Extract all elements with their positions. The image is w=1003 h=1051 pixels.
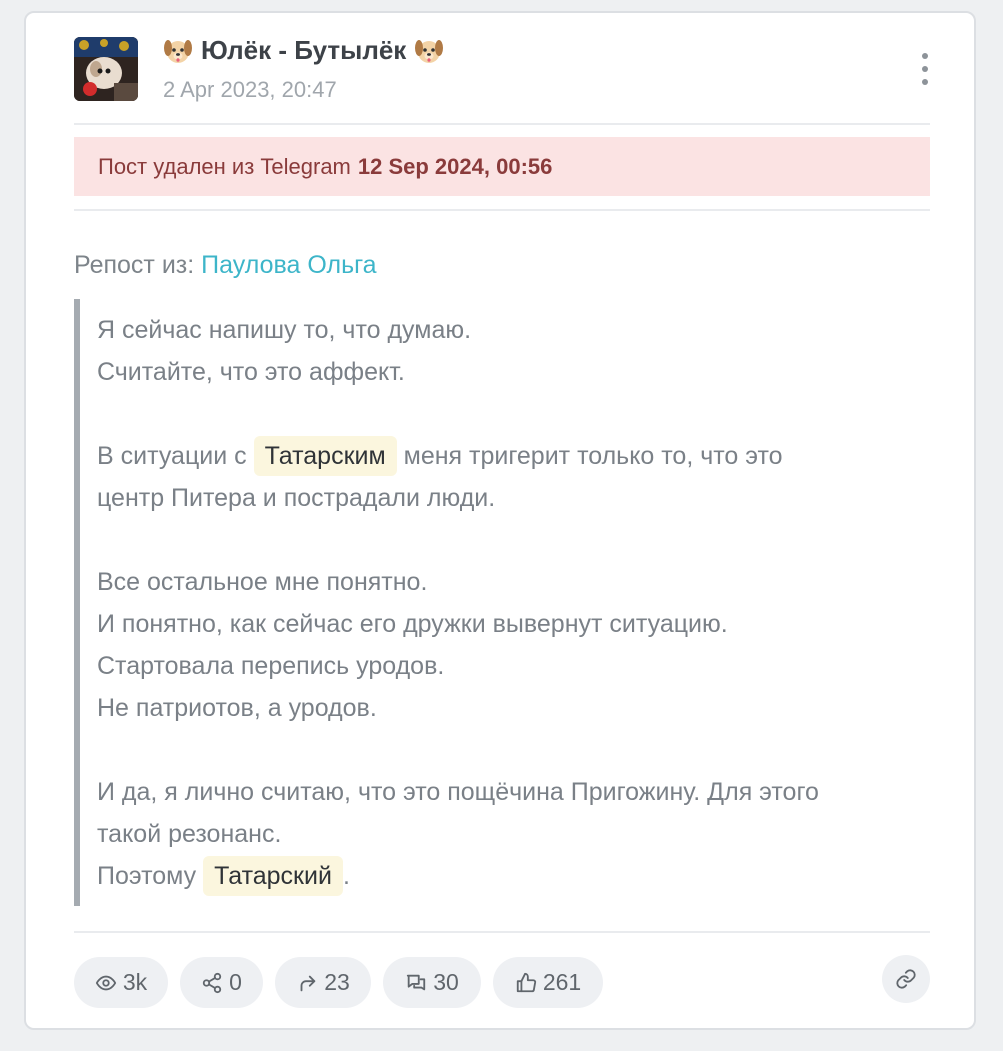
author-name[interactable]: Юлёк - Бутылёк	[163, 35, 444, 66]
text-fragment: В ситуации с	[97, 442, 247, 470]
text-line: Стартовала перепись уродов.	[97, 652, 445, 680]
views-counter[interactable]: 3k	[74, 957, 168, 1008]
text-line: Не патриотов, а уродов.	[97, 694, 377, 722]
comments-count: 30	[433, 969, 459, 995]
link-icon	[896, 969, 916, 989]
divider	[74, 123, 930, 125]
text-line: В ситуации с Татарским меня тригерит тол…	[97, 435, 934, 477]
shares-count: 0	[229, 969, 242, 995]
deleted-date: 12 Sep 2024, 00:56	[357, 153, 553, 179]
text-line: Считайте, что это аффект.	[97, 358, 405, 386]
comments-counter[interactable]: 30	[383, 957, 481, 1008]
post-card: Юлёк - Бутылёк 2 Apr 2023, 20:47 Пост уд…	[24, 11, 976, 1030]
post-text: Я сейчас напишу то, что думаю. Считайте,…	[74, 299, 934, 906]
deleted-notice: Пост удален из Telegram 12 Sep 2024, 00:…	[74, 137, 930, 196]
dog-face-icon	[164, 39, 192, 63]
text-line: такой резонанс.	[97, 820, 282, 848]
more-vertical-icon[interactable]	[913, 49, 937, 89]
hashtag[interactable]: Татарским	[253, 436, 397, 476]
text-line: Все остальное мне понятно.	[97, 568, 428, 596]
text-line: И да, я лично считаю, что это пощёчина П…	[97, 778, 819, 806]
text-fragment: .	[342, 862, 350, 890]
divider	[74, 931, 930, 933]
likes-counter[interactable]: 261	[493, 957, 603, 1008]
forwards-counter[interactable]: 23	[275, 957, 371, 1008]
share-nodes-icon	[202, 972, 222, 993]
eye-icon	[95, 975, 116, 990]
deleted-notice-text: Пост удален из Telegram	[98, 153, 351, 179]
thumbs-up-icon	[516, 972, 536, 992]
repost-label: Репост из:	[74, 251, 195, 279]
text-line: Поэтому Татарский.	[97, 855, 934, 897]
author-avatar[interactable]	[74, 37, 138, 101]
likes-count: 261	[542, 969, 582, 995]
forward-arrow-icon	[300, 975, 316, 991]
text-line: Я сейчас напишу то, что думаю.	[97, 316, 472, 344]
text-fragment: Поэтому	[97, 862, 197, 890]
divider	[74, 209, 930, 211]
author-name-text: Юлёк - Бутылёк	[201, 35, 407, 65]
comments-icon	[407, 974, 426, 990]
text-fragment: меня тригерит только то, что это	[403, 442, 783, 470]
repost-line: Репост из: Паулова Ольга	[74, 251, 377, 280]
text-line: И понятно, как сейчас его дружки выверну…	[97, 610, 728, 638]
repost-source-link[interactable]: Паулова Ольга	[201, 251, 376, 279]
text-line: центр Питера и пострадали люди.	[97, 484, 496, 512]
dog-face-icon	[415, 39, 444, 63]
forwards-count: 23	[324, 969, 350, 995]
hashtag[interactable]: Татарский	[203, 856, 343, 896]
views-count: 3k	[122, 969, 148, 995]
copy-link-button[interactable]	[882, 955, 930, 1003]
shares-counter[interactable]: 0	[180, 957, 263, 1008]
post-date: 2 Apr 2023, 20:47	[163, 77, 337, 102]
